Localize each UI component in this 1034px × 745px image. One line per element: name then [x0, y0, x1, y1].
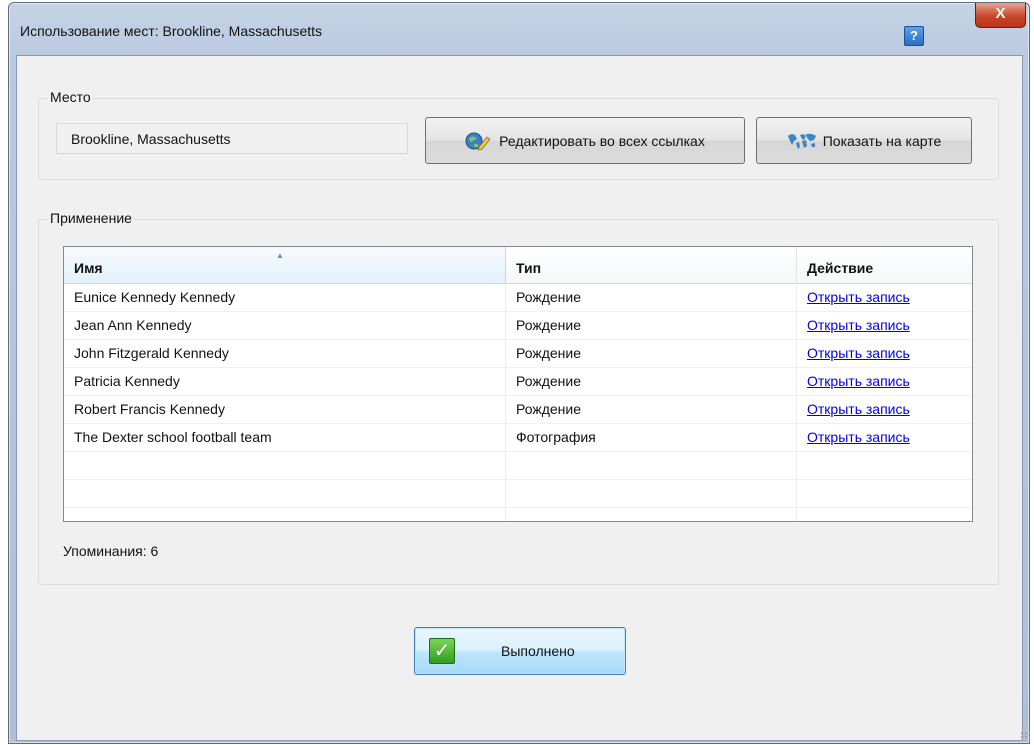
open-record-link[interactable]: Открыть запись	[807, 345, 910, 361]
show-on-map-button[interactable]: Показать на карте	[756, 117, 972, 164]
cell-type: Рождение	[516, 317, 582, 333]
empty-row	[64, 479, 972, 508]
edit-globe-pencil-icon	[465, 131, 491, 151]
world-map-icon	[787, 132, 817, 150]
edit-all-references-label: Редактировать во всех ссылках	[499, 132, 705, 149]
table-header: Имя ▲ Тип Действие	[64, 247, 972, 284]
check-icon: ✓	[429, 638, 455, 664]
cell-name: Patricia Kennedy	[74, 373, 180, 389]
close-icon: X	[995, 5, 1006, 22]
resize-grip[interactable]	[1020, 731, 1030, 741]
cell-action: Открыть запись	[797, 283, 910, 311]
close-button[interactable]: X	[975, 3, 1026, 28]
help-button[interactable]: ?	[904, 26, 924, 46]
place-name-field: Brookline, Massachusetts	[56, 123, 408, 154]
cell-type: Рождение	[516, 401, 582, 417]
open-record-link[interactable]: Открыть запись	[807, 401, 910, 417]
open-record-link[interactable]: Открыть запись	[807, 429, 910, 445]
cell-name: Eunice Kennedy Kennedy	[74, 289, 236, 305]
cell-action: Открыть запись	[797, 367, 910, 395]
table-row[interactable]: Robert Francis Kennedy Рождение Открыть …	[64, 395, 972, 424]
cell-action: Открыть запись	[797, 339, 910, 367]
show-on-map-label: Показать на карте	[822, 132, 942, 149]
open-record-link[interactable]: Открыть запись	[807, 289, 910, 305]
window-title: Использование мест: Brookline, Massachus…	[20, 23, 323, 39]
cell-name: John Fitzgerald Kennedy	[74, 345, 229, 361]
open-record-link[interactable]: Открыть запись	[807, 373, 910, 389]
usage-table[interactable]: Имя ▲ Тип Действие Eunice Kennedy Kenned…	[63, 246, 973, 522]
empty-row	[64, 451, 972, 480]
table-row[interactable]: The Dexter school football team Фотограф…	[64, 423, 972, 452]
table-row[interactable]: John Fitzgerald Kennedy Рождение Открыть…	[64, 339, 972, 368]
table-row[interactable]: Jean Ann Kennedy Рождение Открыть запись	[64, 311, 972, 340]
cell-name: The Dexter school football team	[74, 429, 272, 445]
usage-group-legend: Применение	[48, 210, 134, 226]
sort-ascending-icon: ▲	[276, 251, 284, 260]
place-group-legend: Место	[48, 89, 93, 105]
help-icon: ?	[910, 28, 918, 43]
done-button[interactable]: ✓ Выполнено	[414, 627, 626, 675]
open-record-link[interactable]: Открыть запись	[807, 317, 910, 333]
title-bar[interactable]: Использование мест: Brookline, Massachus…	[9, 3, 1029, 55]
mentions-count: Упоминания: 6	[63, 543, 159, 559]
column-header-type[interactable]: Тип	[506, 247, 797, 283]
edit-all-references-button[interactable]: Редактировать во всех ссылках	[425, 117, 745, 164]
cell-type: Рождение	[516, 345, 582, 361]
table-row[interactable]: Eunice Kennedy Kennedy Рождение Открыть …	[64, 283, 972, 312]
cell-type: Рождение	[516, 289, 582, 305]
column-header-action[interactable]: Действие	[797, 247, 972, 283]
table-row[interactable]: Patricia Kennedy Рождение Открыть запись	[64, 367, 972, 396]
cell-action: Открыть запись	[797, 423, 910, 451]
cell-action: Открыть запись	[797, 311, 910, 339]
column-header-name[interactable]: Имя ▲	[64, 247, 506, 283]
cell-type: Рождение	[516, 373, 582, 389]
cell-action: Открыть запись	[797, 395, 910, 423]
cell-name: Jean Ann Kennedy	[74, 317, 192, 333]
cell-type: Фотография	[516, 429, 596, 445]
cell-name: Robert Francis Kennedy	[74, 401, 225, 417]
done-label: Выполнено	[501, 643, 575, 659]
